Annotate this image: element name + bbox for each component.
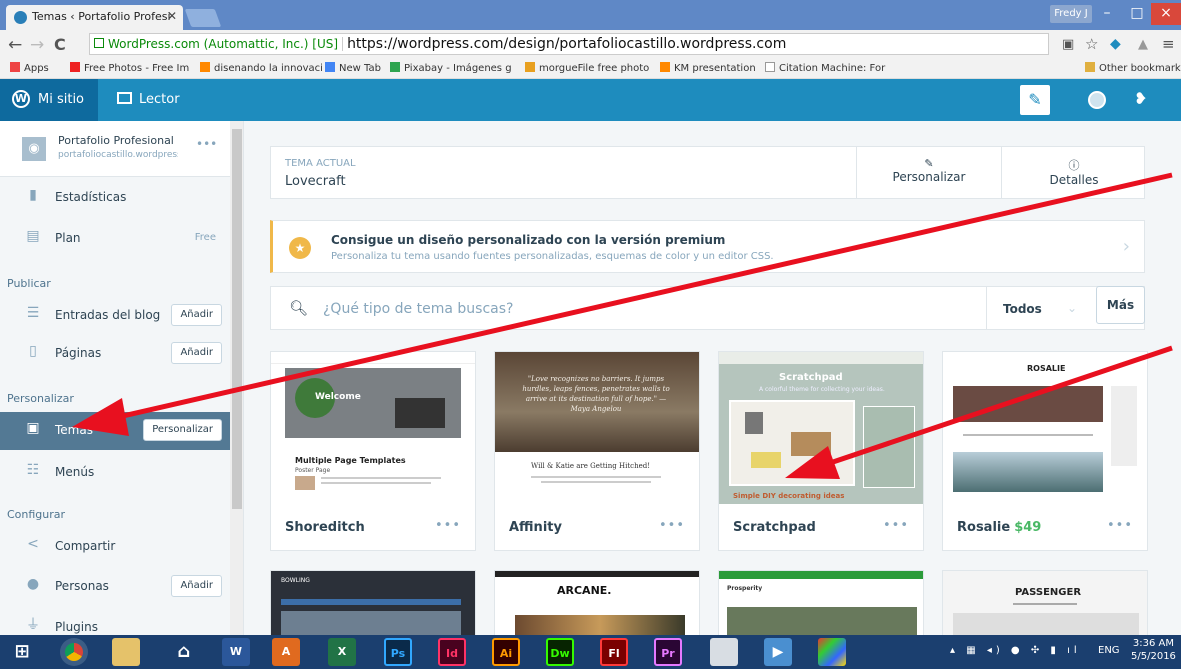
premiere-icon[interactable]: Pr	[654, 638, 682, 666]
chrome-icon[interactable]	[60, 638, 88, 666]
color-app-icon[interactable]	[818, 638, 846, 666]
home-icon[interactable]: ⌂	[170, 638, 198, 666]
word-icon[interactable]: W	[222, 638, 250, 666]
photoshop-icon[interactable]: Ps	[384, 638, 412, 666]
flash-icon[interactable]: Fl	[600, 638, 628, 666]
excel-icon[interactable]: X	[328, 638, 356, 666]
system-tray-icons[interactable]: ▴ ▦ ◂) ● ✣ ▮ ıl	[950, 645, 1081, 656]
file-explorer-icon[interactable]	[112, 638, 140, 666]
red-arrow-to-themes	[72, 172, 1173, 436]
language-indicator[interactable]: ENG	[1098, 645, 1120, 656]
annotation-arrows	[72, 172, 1173, 479]
reader-app-icon[interactable]: A	[272, 638, 300, 666]
illustrator-icon[interactable]: Ai	[492, 638, 520, 666]
indesign-icon[interactable]: Id	[438, 638, 466, 666]
windows-taskbar: ⊞ ⌂ W A X Ps Id Ai Dw Fl Pr ▶ ▴ ▦ ◂) ● ✣…	[0, 635, 1181, 669]
clock[interactable]: 3:36 AM 5/5/2016	[1131, 637, 1176, 663]
dreamweaver-icon[interactable]: Dw	[546, 638, 574, 666]
media-player-icon[interactable]: ▶	[764, 638, 792, 666]
calculator-icon[interactable]	[710, 638, 738, 666]
windows-start-icon[interactable]: ⊞	[8, 638, 36, 666]
red-arrow-to-scratchpad	[785, 345, 1173, 479]
